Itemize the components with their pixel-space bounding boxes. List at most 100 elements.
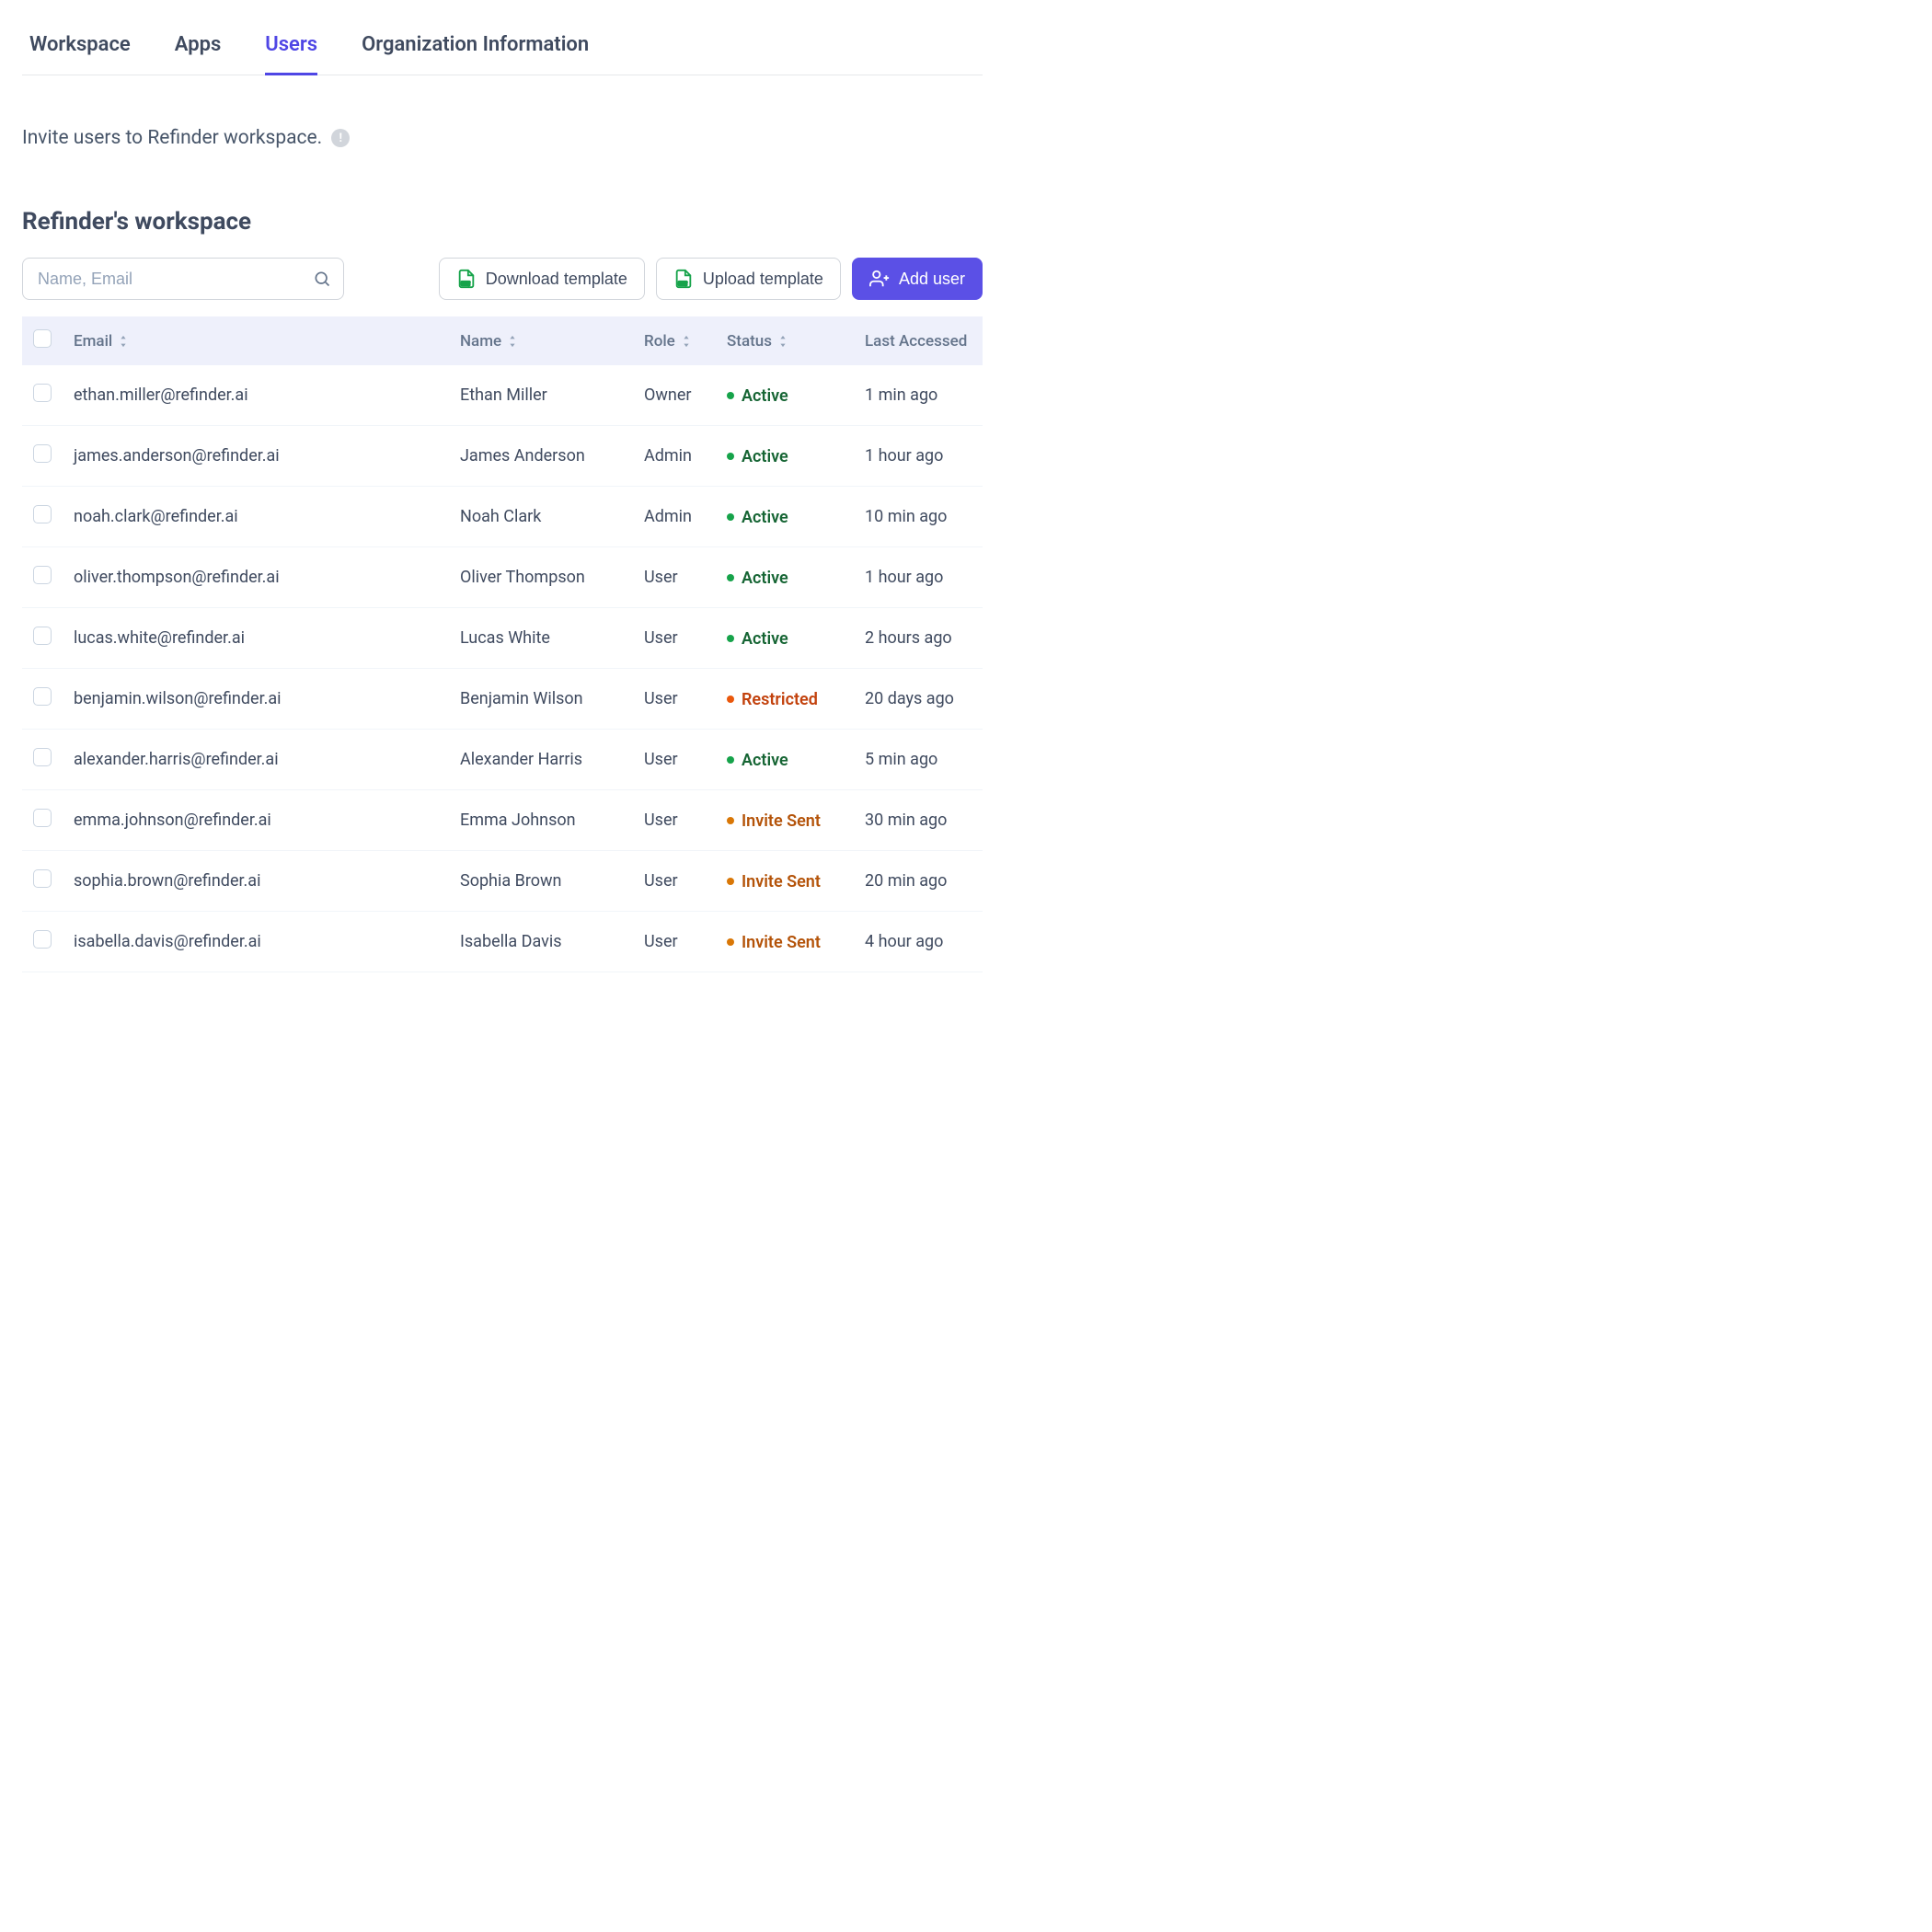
row-checkbox[interactable] bbox=[33, 505, 52, 523]
sort-icon bbox=[118, 335, 129, 348]
cell-email: isabella.davis@refinder.ai bbox=[63, 912, 449, 972]
add-user-icon bbox=[869, 269, 890, 289]
status-badge: Active bbox=[727, 508, 788, 527]
cell-status: Active bbox=[716, 547, 854, 608]
cell-status: Invite Sent bbox=[716, 851, 854, 912]
table-row: benjamin.wilson@refinder.aiBenjamin Wils… bbox=[22, 669, 983, 730]
cell-last-accessed: 1 hour ago bbox=[854, 426, 983, 487]
row-checkbox[interactable] bbox=[33, 930, 52, 949]
status-badge: Active bbox=[727, 569, 788, 588]
cell-role: User bbox=[633, 790, 716, 851]
column-header-last: Last Accessed bbox=[865, 332, 967, 351]
table-row: noah.clark@refinder.aiNoah ClarkAdminAct… bbox=[22, 487, 983, 547]
column-header-role[interactable]: Role bbox=[644, 332, 692, 351]
cell-status: Active bbox=[716, 487, 854, 547]
cell-email: james.anderson@refinder.ai bbox=[63, 426, 449, 487]
cell-last-accessed: 2 hours ago bbox=[854, 608, 983, 669]
status-dot-icon bbox=[727, 635, 734, 642]
cell-status: Active bbox=[716, 365, 854, 426]
download-template-button[interactable]: CSV Download template bbox=[439, 258, 645, 300]
cell-name: James Anderson bbox=[449, 426, 633, 487]
table-row: lucas.white@refinder.aiLucas WhiteUserAc… bbox=[22, 608, 983, 669]
sort-icon bbox=[777, 335, 788, 348]
column-header-status-label: Status bbox=[727, 332, 772, 351]
status-label: Restricted bbox=[742, 690, 818, 709]
row-checkbox[interactable] bbox=[33, 627, 52, 645]
cell-role: User bbox=[633, 851, 716, 912]
cell-email: lucas.white@refinder.ai bbox=[63, 608, 449, 669]
tabs: Workspace Apps Users Organization Informati… bbox=[22, 22, 983, 75]
cell-name: Lucas White bbox=[449, 608, 633, 669]
column-header-status[interactable]: Status bbox=[727, 332, 788, 351]
svg-text:CSV: CSV bbox=[461, 282, 470, 286]
cell-email: sophia.brown@refinder.ai bbox=[63, 851, 449, 912]
tab-label: Apps bbox=[175, 33, 221, 56]
row-checkbox[interactable] bbox=[33, 566, 52, 584]
column-header-email-label: Email bbox=[74, 332, 112, 351]
status-label: Active bbox=[742, 629, 788, 649]
row-checkbox[interactable] bbox=[33, 809, 52, 827]
cell-role: User bbox=[633, 912, 716, 972]
status-dot-icon bbox=[727, 938, 734, 946]
users-table: Email Name Role bbox=[22, 316, 983, 972]
add-user-button[interactable]: Add user bbox=[852, 258, 983, 300]
row-checkbox[interactable] bbox=[33, 687, 52, 706]
tab-label: Users bbox=[265, 33, 317, 56]
cell-last-accessed: 10 min ago bbox=[854, 487, 983, 547]
tab-users[interactable]: Users bbox=[265, 22, 317, 75]
cell-name: Emma Johnson bbox=[449, 790, 633, 851]
table-row: ethan.miller@refinder.aiEthan MillerOwne… bbox=[22, 365, 983, 426]
tab-apps[interactable]: Apps bbox=[175, 22, 221, 75]
cell-email: benjamin.wilson@refinder.ai bbox=[63, 669, 449, 730]
cell-name: Isabella Davis bbox=[449, 912, 633, 972]
status-dot-icon bbox=[727, 696, 734, 703]
search-input[interactable] bbox=[22, 258, 344, 300]
tab-organization-information[interactable]: Organization Information bbox=[362, 22, 589, 75]
invite-users-text: Invite users to Refinder workspace. ! bbox=[22, 127, 983, 149]
status-label: Active bbox=[742, 447, 788, 466]
status-label: Active bbox=[742, 386, 788, 406]
workspace-heading: Refinder's workspace bbox=[22, 208, 983, 236]
status-dot-icon bbox=[727, 392, 734, 399]
cell-status: Invite Sent bbox=[716, 790, 854, 851]
cell-email: alexander.harris@refinder.ai bbox=[63, 730, 449, 790]
status-label: Invite Sent bbox=[742, 872, 821, 891]
column-header-name[interactable]: Name bbox=[460, 332, 518, 351]
tab-label: Workspace bbox=[29, 33, 131, 56]
row-checkbox[interactable] bbox=[33, 444, 52, 463]
status-badge: Active bbox=[727, 386, 788, 406]
cell-role: User bbox=[633, 669, 716, 730]
status-dot-icon bbox=[727, 453, 734, 460]
cell-email: oliver.thompson@refinder.ai bbox=[63, 547, 449, 608]
cell-email: ethan.miller@refinder.ai bbox=[63, 365, 449, 426]
cell-last-accessed: 20 min ago bbox=[854, 851, 983, 912]
cell-name: Oliver Thompson bbox=[449, 547, 633, 608]
cell-name: Ethan Miller bbox=[449, 365, 633, 426]
row-checkbox[interactable] bbox=[33, 384, 52, 402]
status-label: Invite Sent bbox=[742, 933, 821, 952]
cell-last-accessed: 1 hour ago bbox=[854, 547, 983, 608]
column-header-last-label: Last Accessed bbox=[865, 332, 967, 351]
info-icon[interactable]: ! bbox=[331, 129, 350, 147]
cell-email: emma.johnson@refinder.ai bbox=[63, 790, 449, 851]
status-dot-icon bbox=[727, 878, 734, 885]
cell-status: Active bbox=[716, 608, 854, 669]
row-checkbox[interactable] bbox=[33, 748, 52, 766]
tab-workspace[interactable]: Workspace bbox=[29, 22, 131, 75]
cell-last-accessed: 5 min ago bbox=[854, 730, 983, 790]
invite-users-label: Invite users to Refinder workspace. bbox=[22, 127, 322, 149]
cell-last-accessed: 20 days ago bbox=[854, 669, 983, 730]
cell-status: Active bbox=[716, 426, 854, 487]
cell-last-accessed: 30 min ago bbox=[854, 790, 983, 851]
upload-template-button[interactable]: CSV Upload template bbox=[656, 258, 841, 300]
cell-role: User bbox=[633, 547, 716, 608]
csv-upload-icon: CSV bbox=[673, 269, 694, 289]
column-header-email[interactable]: Email bbox=[74, 332, 129, 351]
cell-name: Alexander Harris bbox=[449, 730, 633, 790]
select-all-checkbox[interactable] bbox=[33, 329, 52, 348]
row-checkbox[interactable] bbox=[33, 869, 52, 888]
cell-role: Admin bbox=[633, 487, 716, 547]
status-label: Active bbox=[742, 569, 788, 588]
status-badge: Restricted bbox=[727, 690, 818, 709]
status-badge: Invite Sent bbox=[727, 872, 821, 891]
